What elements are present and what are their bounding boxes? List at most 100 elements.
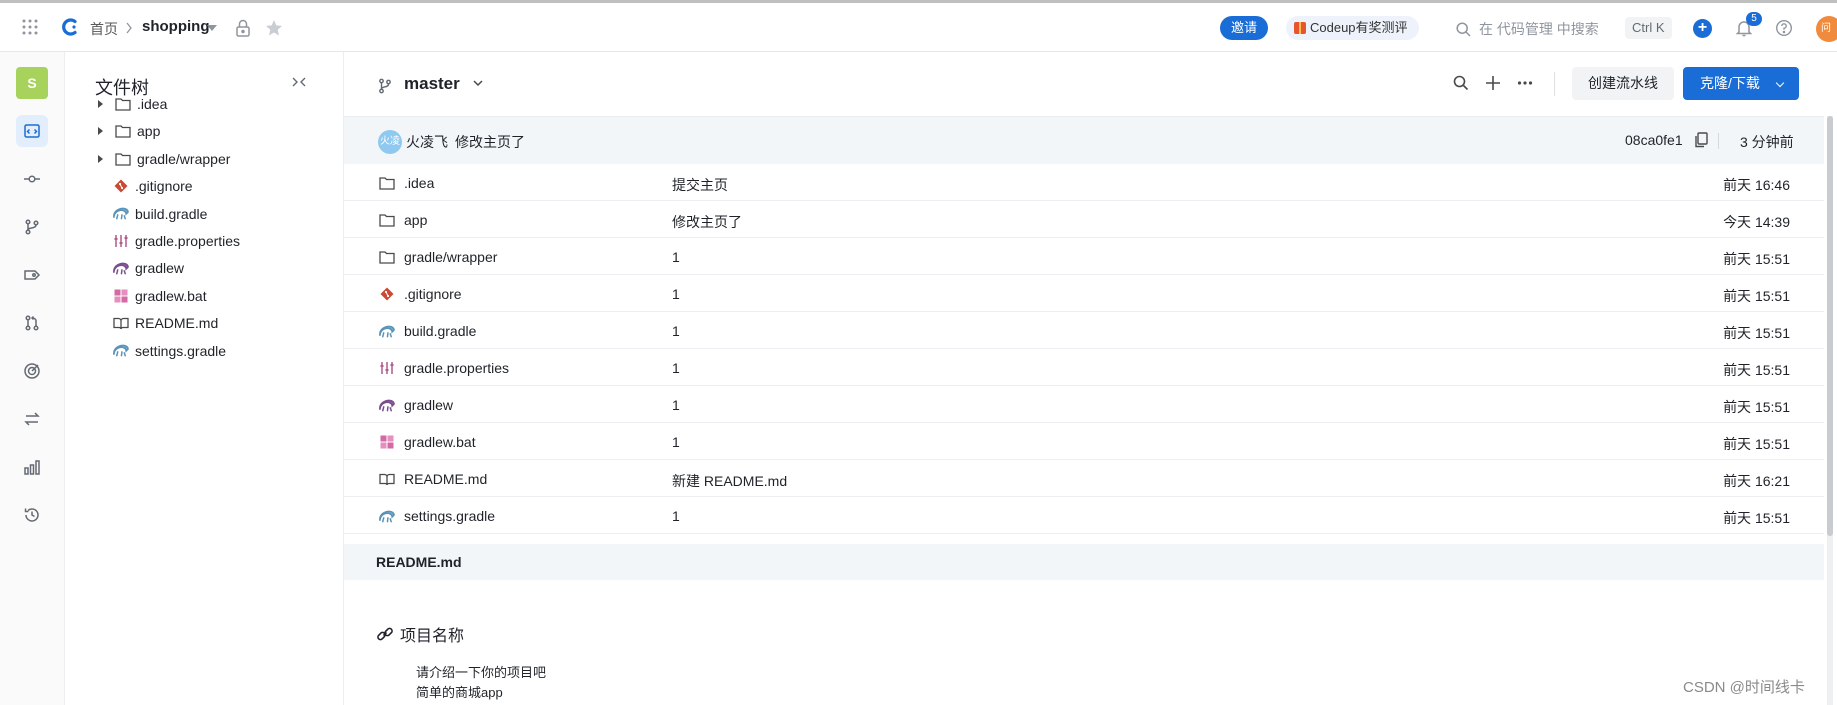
gradle-icon bbox=[113, 206, 129, 222]
file-commit-message[interactable]: 1 bbox=[672, 360, 680, 376]
codeup-logo-icon[interactable] bbox=[60, 17, 80, 37]
commit-author[interactable]: 火凌飞 bbox=[406, 132, 448, 152]
readme-heading: 项目名称 bbox=[376, 622, 464, 646]
tree-item[interactable]: app bbox=[65, 119, 160, 143]
file-commit-message[interactable]: 1 bbox=[672, 434, 680, 450]
add-file-icon[interactable] bbox=[1485, 75, 1501, 91]
git-file-icon bbox=[113, 178, 129, 194]
copy-icon[interactable] bbox=[1694, 132, 1708, 148]
history-icon[interactable] bbox=[16, 499, 48, 531]
file-row[interactable]: .gitignore 1 前天 15:51 bbox=[344, 275, 1824, 312]
main-scrollbar-thumb[interactable] bbox=[1827, 116, 1833, 536]
collapse-tree-icon[interactable] bbox=[291, 76, 307, 88]
branch-selector[interactable]: master bbox=[404, 74, 460, 94]
promo-link[interactable]: Codeup有奖测评 bbox=[1286, 16, 1419, 40]
breadcrumb-repo[interactable]: shopping bbox=[142, 18, 210, 35]
gift-icon bbox=[1294, 22, 1306, 34]
readme-header: README.md bbox=[344, 544, 1824, 580]
more-options-icon[interactable] bbox=[1517, 75, 1533, 91]
repo-dropdown-icon[interactable] bbox=[207, 25, 217, 31]
file-commit-message[interactable]: 1 bbox=[672, 397, 680, 413]
notification-count-badge: 5 bbox=[1746, 12, 1762, 26]
stats-icon[interactable] bbox=[16, 451, 48, 483]
file-name[interactable]: build.gradle bbox=[404, 323, 476, 339]
commit-message[interactable]: 修改主页了 bbox=[455, 132, 525, 152]
file-name[interactable]: gradle.properties bbox=[404, 360, 509, 376]
file-row[interactable]: gradle/wrapper 1 前天 15:51 bbox=[344, 238, 1824, 275]
search-files-icon[interactable] bbox=[1453, 75, 1469, 91]
commit-sha[interactable]: 08ca0fe1 bbox=[1625, 132, 1683, 148]
branch-icon[interactable] bbox=[16, 211, 48, 243]
file-row[interactable]: README.md 新建 README.md 前天 16:21 bbox=[344, 460, 1824, 497]
expand-arrow-icon[interactable] bbox=[98, 154, 103, 163]
review-icon[interactable] bbox=[16, 355, 48, 387]
file-commit-message[interactable]: 1 bbox=[672, 249, 680, 265]
tree-item[interactable]: settings.gradle bbox=[65, 339, 226, 363]
expand-arrow-icon[interactable] bbox=[98, 127, 103, 136]
file-commit-message[interactable]: 新建 README.md bbox=[672, 471, 787, 491]
apps-grid-icon[interactable] bbox=[22, 19, 38, 35]
file-commit-message[interactable]: 提交主页 bbox=[672, 175, 728, 195]
chevron-down-icon bbox=[1775, 78, 1785, 88]
create-plus-button[interactable]: + bbox=[1693, 19, 1712, 38]
clone-download-label: 克隆/下载 bbox=[1700, 75, 1760, 91]
star-icon[interactable] bbox=[265, 19, 283, 37]
readme-line: 简单的商城app bbox=[416, 685, 503, 700]
merge-request-icon[interactable] bbox=[16, 307, 48, 339]
user-avatar[interactable]: 问 bbox=[1816, 16, 1837, 42]
invite-button[interactable]: 邀请 bbox=[1220, 16, 1269, 40]
file-name[interactable]: .gitignore bbox=[404, 286, 462, 302]
file-commit-message[interactable]: 1 bbox=[672, 286, 680, 302]
compare-icon[interactable] bbox=[16, 403, 48, 435]
file-commit-time: 前天 15:51 bbox=[1723, 362, 1790, 378]
file-commit-time: 今天 14:39 bbox=[1723, 214, 1790, 230]
tree-item[interactable]: gradlew.bat bbox=[65, 284, 207, 308]
help-icon[interactable] bbox=[1775, 19, 1793, 37]
file-name[interactable]: gradle/wrapper bbox=[404, 249, 497, 265]
file-name[interactable]: .idea bbox=[404, 175, 434, 191]
file-name[interactable]: gradlew bbox=[404, 397, 453, 413]
tree-item[interactable]: .idea bbox=[65, 92, 167, 116]
tree-item[interactable]: gradlew bbox=[65, 256, 184, 280]
readme-line: 请介绍一下你的项目吧 bbox=[416, 665, 547, 680]
clone-download-button[interactable]: 克隆/下载 bbox=[1683, 67, 1799, 100]
breadcrumb-home[interactable]: 首页 bbox=[90, 19, 118, 39]
readme-book-icon bbox=[379, 471, 395, 487]
global-search[interactable]: 在 代码管理 中搜索 bbox=[1456, 19, 1599, 39]
chevron-down-icon[interactable] bbox=[473, 80, 483, 87]
file-row[interactable]: gradle.properties 1 前天 15:51 bbox=[344, 349, 1824, 386]
file-name[interactable]: settings.gradle bbox=[404, 508, 495, 524]
git-file-icon bbox=[379, 286, 395, 302]
file-name[interactable]: app bbox=[404, 212, 427, 228]
file-commit-time: 前天 15:51 bbox=[1723, 325, 1790, 341]
tree-item[interactable]: build.gradle bbox=[65, 202, 207, 226]
file-commit-message[interactable]: 1 bbox=[672, 508, 680, 524]
tree-item[interactable]: README.md bbox=[65, 311, 218, 335]
file-name[interactable]: README.md bbox=[404, 471, 487, 487]
tag-icon[interactable] bbox=[16, 259, 48, 291]
file-name[interactable]: gradlew.bat bbox=[404, 434, 476, 450]
tree-item[interactable]: gradle/wrapper bbox=[65, 147, 230, 171]
file-row[interactable]: app 修改主页了 今天 14:39 bbox=[344, 201, 1824, 238]
readme-heading-text: 项目名称 bbox=[400, 628, 465, 645]
file-row[interactable]: build.gradle 1 前天 15:51 bbox=[344, 312, 1824, 349]
tree-item-label: .idea bbox=[137, 96, 168, 112]
code-icon[interactable] bbox=[16, 115, 48, 147]
expand-arrow-icon[interactable] bbox=[98, 100, 103, 108]
branch-toolbar: master 创建流水线 克隆/下载 bbox=[344, 52, 1837, 116]
file-commit-message[interactable]: 修改主页了 bbox=[672, 212, 742, 232]
file-row[interactable]: .idea 提交主页 前天 16:46 bbox=[344, 164, 1824, 201]
create-pipeline-button[interactable]: 创建流水线 bbox=[1572, 67, 1674, 100]
file-row[interactable]: settings.gradle 1 前天 15:51 bbox=[344, 497, 1824, 534]
file-row[interactable]: gradlew 1 前天 15:51 bbox=[344, 386, 1824, 423]
gradle-icon bbox=[113, 260, 129, 276]
tree-item-label: .gitignore bbox=[135, 178, 193, 195]
tree-item[interactable]: gradle.properties bbox=[65, 229, 240, 253]
commit-time: 3 分钟前 bbox=[1740, 134, 1794, 150]
file-commit-message[interactable]: 1 bbox=[672, 323, 680, 339]
project-badge[interactable]: S bbox=[16, 67, 48, 99]
commit-icon[interactable] bbox=[16, 163, 48, 195]
file-row[interactable]: gradlew.bat 1 前天 15:51 bbox=[344, 423, 1824, 460]
tree-item[interactable]: .gitignore bbox=[65, 174, 193, 198]
file-tree-panel: 文件树 .idea app gradle/wrapper .gitignore buil… bbox=[65, 52, 344, 705]
